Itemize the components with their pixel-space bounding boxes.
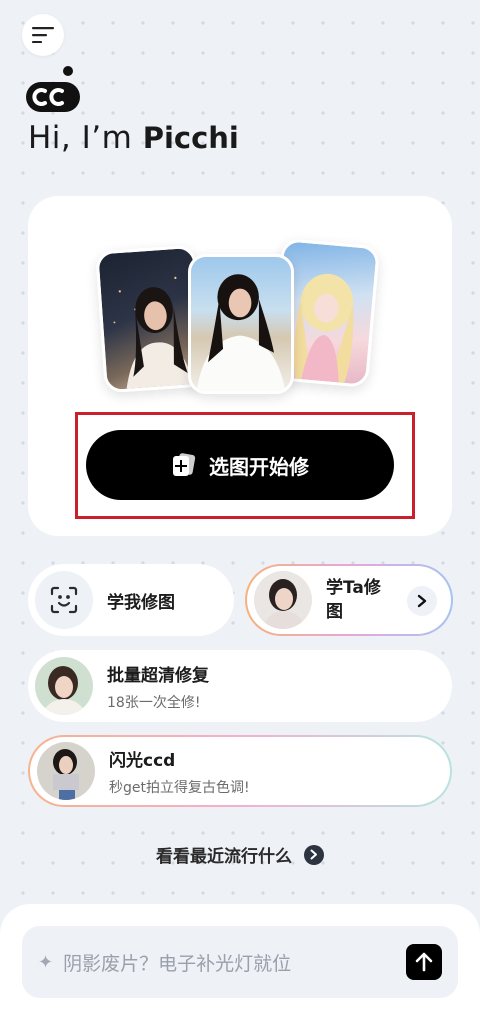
- batch-text: 批量超清修复 18张一次全修!: [107, 661, 209, 712]
- chevron-right-icon: [417, 594, 427, 608]
- trending-link-label: 看看最近流行什么: [156, 847, 292, 867]
- start-button-label: 选图开始修: [209, 454, 309, 479]
- greeting-prefix: Hi, I’m: [28, 120, 143, 156]
- select-photo-start-button[interactable]: 选图开始修: [86, 430, 394, 500]
- batch-avatar: [35, 657, 93, 715]
- prompt-input[interactable]: ✦ 阴影废片？电子补光灯就位: [22, 926, 458, 998]
- flash-subtitle: 秒get拍立得复古色调!: [109, 779, 250, 796]
- chevron-right-icon: [304, 844, 324, 865]
- hero-card: 选图开始修: [28, 196, 452, 536]
- flash-title: 闪光ccd: [109, 750, 176, 771]
- flash-text: 闪光ccd 秒get拍立得复古色调!: [109, 746, 250, 797]
- learn-me-title: 学我修图: [107, 592, 175, 613]
- face-scan-icon: [50, 586, 78, 614]
- batch-subtitle: 18张一次全修!: [107, 694, 201, 711]
- learn-ta-text: 学Ta修图: [326, 576, 406, 624]
- face-scan-icon-wrap: [35, 571, 93, 629]
- learn-my-edit-card[interactable]: 学我修图: [28, 564, 234, 636]
- greeting-title: Hi, I’m Picchi: [28, 120, 239, 156]
- batch-hd-repair-card[interactable]: 批量超清修复 18张一次全修!: [28, 650, 452, 722]
- learn-ta-avatar: [254, 571, 312, 629]
- add-photo-icon: [173, 453, 196, 476]
- arrow-up-icon: [415, 952, 433, 972]
- brand-name: Picchi: [142, 121, 239, 155]
- prompt-placeholder: 阴影废片？电子补光灯就位: [63, 952, 292, 975]
- flash-ccd-card[interactable]: 闪光ccd 秒get拍立得复古色调!: [28, 735, 452, 807]
- send-button[interactable]: [406, 944, 442, 980]
- app-logo: [26, 64, 84, 112]
- sample-photo-beach: [188, 254, 294, 394]
- learn-ta-title: 学Ta修图: [326, 578, 381, 622]
- menu-button[interactable]: [22, 14, 64, 56]
- menu-lines-icon: [32, 27, 54, 43]
- batch-title: 批量超清修复: [107, 665, 209, 686]
- learn-ta-go-button[interactable]: [407, 586, 437, 616]
- learn-me-text: 学我修图: [107, 588, 175, 613]
- learn-ta-edit-card[interactable]: 学Ta修图: [245, 564, 453, 636]
- sparkle-icon: ✦: [38, 951, 54, 973]
- trending-link[interactable]: 看看最近流行什么: [0, 842, 480, 867]
- flash-avatar: [37, 742, 95, 800]
